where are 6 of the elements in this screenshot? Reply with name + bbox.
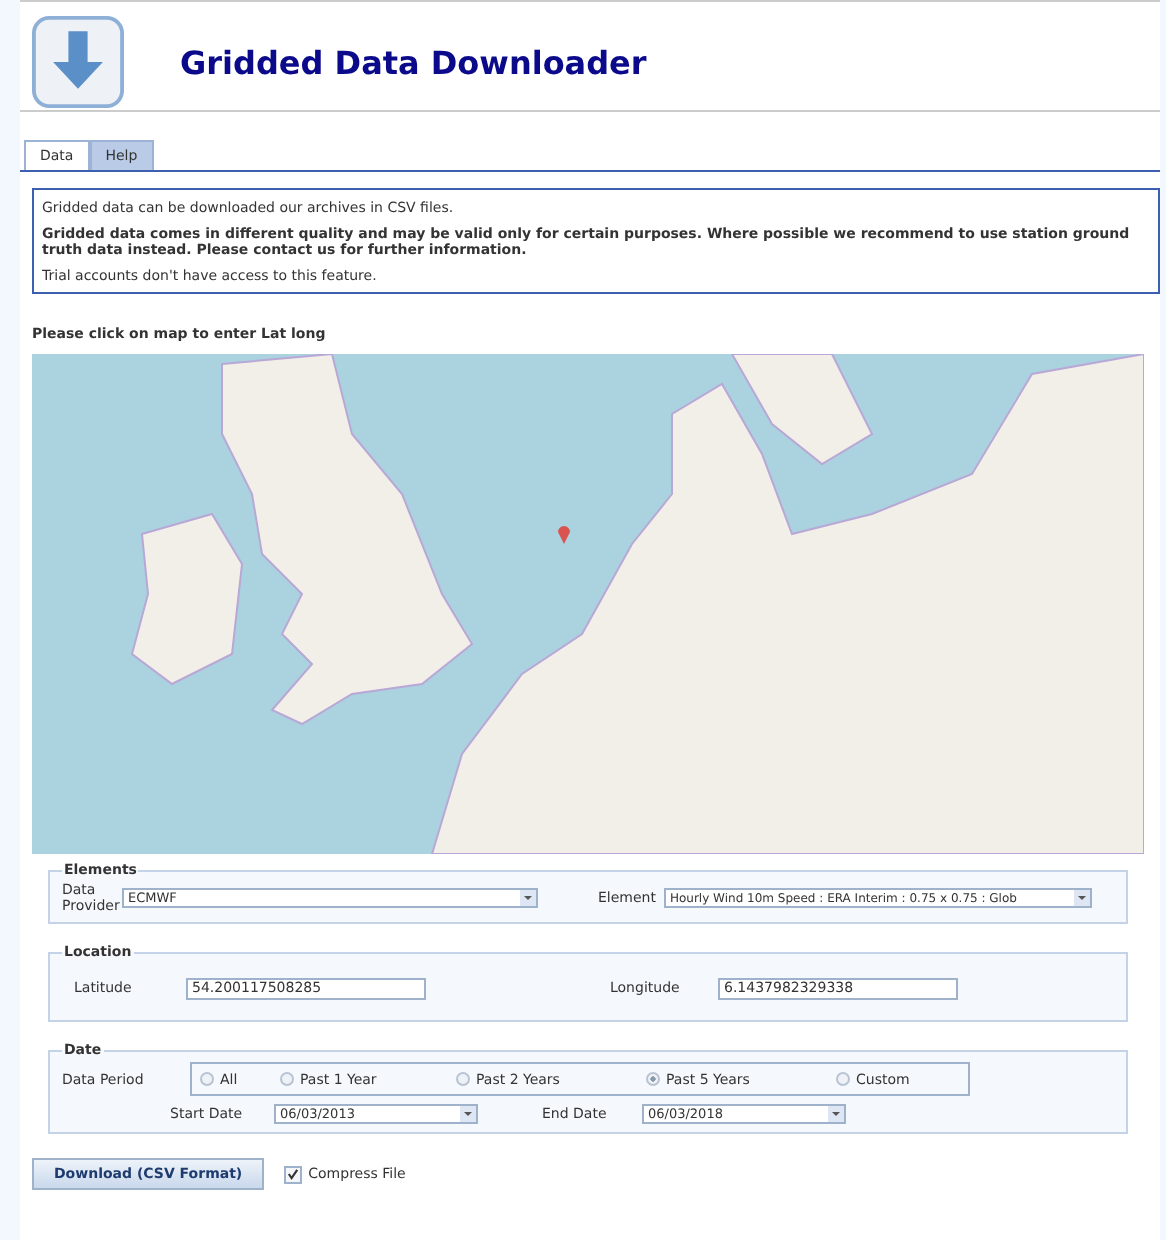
caret-icon [1073, 890, 1090, 906]
page-title: Gridded Data Downloader [180, 43, 647, 81]
map-drawing[interactable] [32, 354, 1144, 854]
caret-icon [460, 1106, 476, 1122]
caret-icon [520, 890, 536, 906]
caret-icon [828, 1106, 844, 1122]
